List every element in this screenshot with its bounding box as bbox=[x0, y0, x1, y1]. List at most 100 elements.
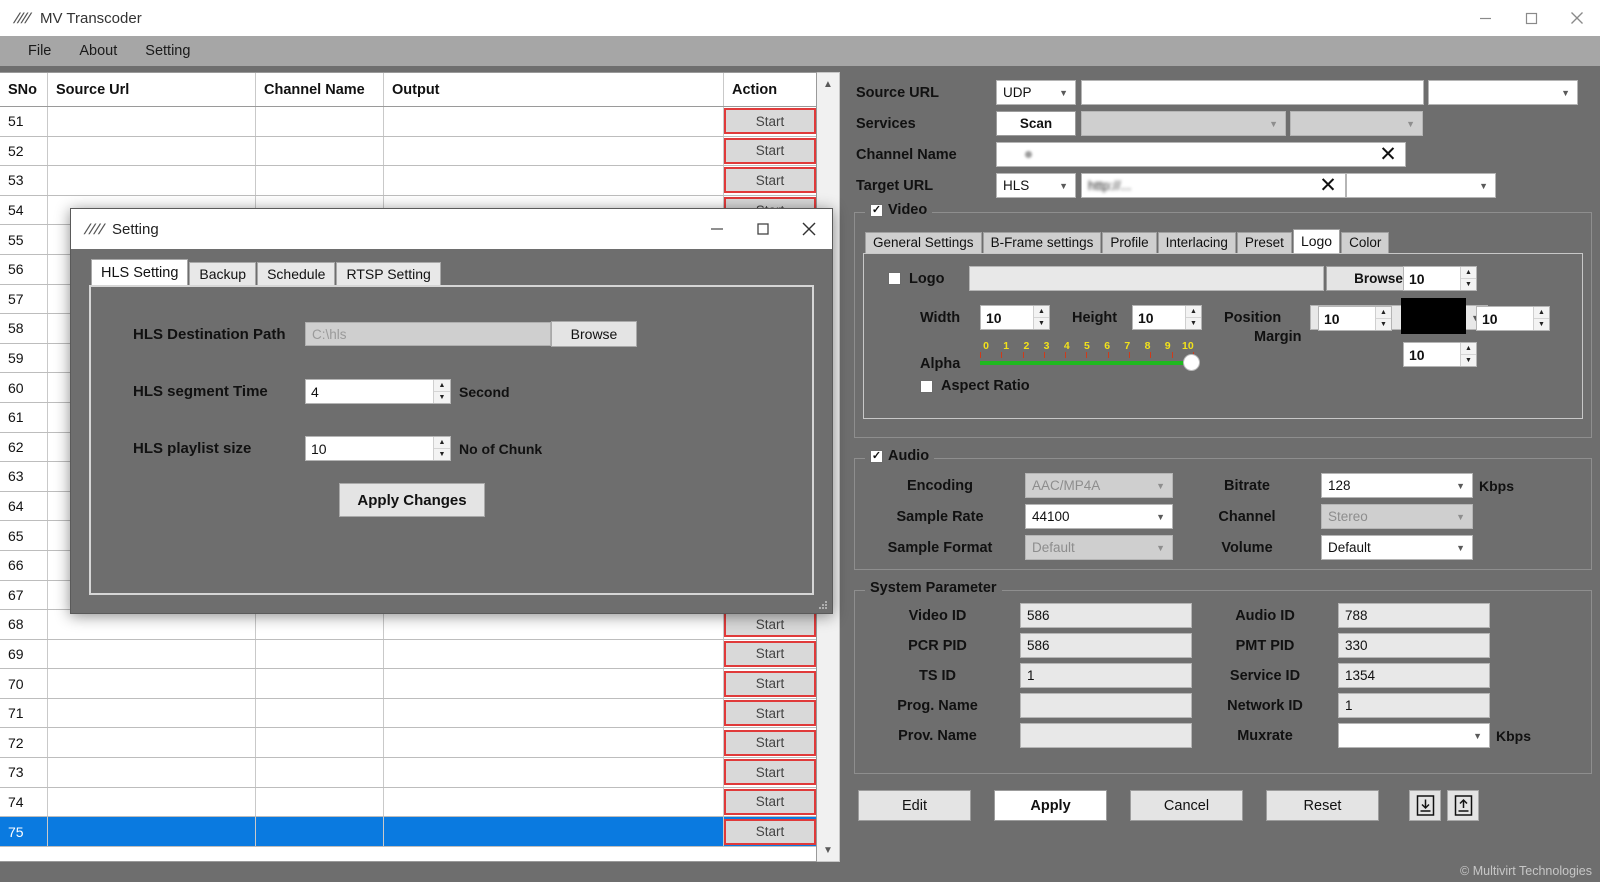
audio-encoding-select[interactable]: AAC/MP4A ▼ bbox=[1025, 473, 1173, 498]
spinner-up-icon[interactable]: ▲ bbox=[1461, 267, 1476, 279]
start-button[interactable]: Start bbox=[724, 818, 816, 845]
tab-interlacing[interactable]: Interlacing bbox=[1157, 232, 1236, 253]
target-url-protocol-select[interactable]: HLS ▼ bbox=[996, 173, 1076, 198]
source-url-extra-select[interactable]: ▼ bbox=[1428, 80, 1578, 105]
margin-left-spinner[interactable]: 10 ▲ ▼ bbox=[1318, 306, 1392, 331]
table-row[interactable]: 73 Start bbox=[0, 758, 816, 788]
service-id-input[interactable]: 1354 bbox=[1338, 663, 1490, 688]
setting-minimize-button[interactable] bbox=[694, 209, 740, 249]
spinner-down-icon[interactable]: ▼ bbox=[434, 449, 450, 460]
audio-channel-select[interactable]: Stereo ▼ bbox=[1321, 504, 1473, 529]
margin-right-spinner-arrows[interactable]: ▲ ▼ bbox=[1533, 307, 1549, 330]
spinner-down-icon[interactable]: ▼ bbox=[1186, 318, 1201, 329]
audio-sample-rate-select[interactable]: 44100 ▼ bbox=[1025, 504, 1173, 529]
import-icon[interactable] bbox=[1409, 790, 1441, 821]
hls-segment-time-spinner[interactable]: 4 ▲ ▼ bbox=[305, 379, 451, 404]
video-id-input[interactable]: 586 bbox=[1020, 603, 1192, 628]
menu-setting[interactable]: Setting bbox=[131, 41, 204, 61]
tab-b-frame-settings[interactable]: B-Frame settings bbox=[982, 232, 1102, 253]
start-button[interactable]: Start bbox=[724, 611, 816, 638]
logo-height-spinner[interactable]: 10 ▲ ▼ bbox=[1132, 305, 1202, 330]
spinner-up-icon[interactable]: ▲ bbox=[1034, 306, 1049, 318]
table-row[interactable]: 53 Start bbox=[0, 166, 816, 196]
setting-close-button[interactable] bbox=[786, 209, 832, 249]
menu-file[interactable]: File bbox=[14, 41, 65, 61]
margin-top-spinner-arrows[interactable]: ▲ ▼ bbox=[1460, 267, 1476, 290]
margin-bottom-spinner-arrows[interactable]: ▲ ▼ bbox=[1460, 343, 1476, 366]
start-button[interactable]: Start bbox=[724, 640, 816, 667]
hls-playlist-size-spinner[interactable]: 10 ▲ ▼ bbox=[305, 436, 451, 461]
services-sublist-select[interactable]: ▼ bbox=[1290, 111, 1423, 136]
margin-left-spinner-arrows[interactable]: ▲ ▼ bbox=[1375, 307, 1391, 330]
network-id-input[interactable]: 1 bbox=[1338, 693, 1490, 718]
edit-button[interactable]: Edit bbox=[858, 790, 971, 821]
alpha-slider-thumb[interactable] bbox=[1183, 354, 1200, 371]
table-row[interactable]: 51 Start bbox=[0, 107, 816, 137]
logo-width-spinner-arrows[interactable]: ▲ ▼ bbox=[1033, 306, 1049, 329]
pmt-pid-input[interactable]: 330 bbox=[1338, 633, 1490, 658]
muxrate-select[interactable]: ▼ bbox=[1338, 723, 1490, 748]
scan-button[interactable]: Scan bbox=[996, 111, 1076, 136]
start-button[interactable]: Start bbox=[724, 670, 816, 697]
source-url-input[interactable] bbox=[1081, 80, 1424, 105]
tab-general-settings[interactable]: General Settings bbox=[865, 232, 982, 253]
hls-segment-time-arrows[interactable]: ▲ ▼ bbox=[433, 380, 450, 403]
target-url-clear-icon[interactable]: ✕ bbox=[1314, 175, 1342, 196]
close-button[interactable] bbox=[1554, 0, 1600, 36]
table-row[interactable]: 70 Start bbox=[0, 669, 816, 699]
table-row[interactable]: 71 Start bbox=[0, 698, 816, 729]
start-button[interactable]: Start bbox=[724, 729, 816, 756]
alpha-slider[interactable]: 0 1 2 3 4 5 6 7 8 9 10 bbox=[980, 340, 1200, 371]
spinner-down-icon[interactable]: ▼ bbox=[1461, 355, 1476, 366]
start-button[interactable]: Start bbox=[724, 108, 816, 135]
target-url-input[interactable]: http://... bbox=[1081, 173, 1346, 198]
aspect-ratio-checkbox[interactable]: ✓ bbox=[920, 379, 933, 393]
channel-name-input[interactable] bbox=[996, 142, 1406, 167]
spinner-up-icon[interactable]: ▲ bbox=[434, 437, 450, 449]
start-button[interactable]: Start bbox=[724, 700, 816, 727]
prov-name-input[interactable] bbox=[1020, 723, 1192, 748]
spinner-up-icon[interactable]: ▲ bbox=[1534, 307, 1549, 319]
maximize-button[interactable] bbox=[1508, 0, 1554, 36]
hls-destination-path-input[interactable]: C:\hls bbox=[305, 322, 551, 346]
margin-bottom-spinner[interactable]: 10 ▲ ▼ bbox=[1403, 342, 1477, 367]
target-url-extra-select[interactable]: ▼ bbox=[1346, 173, 1496, 198]
start-button[interactable]: Start bbox=[724, 788, 816, 815]
table-row[interactable]: 68 Start bbox=[0, 610, 816, 640]
table-row[interactable]: 52 Start bbox=[0, 136, 816, 167]
setting-tab-rtsp[interactable]: RTSP Setting bbox=[336, 262, 441, 285]
setting-tab-hls[interactable]: HLS Setting bbox=[91, 259, 189, 285]
spinner-down-icon[interactable]: ▼ bbox=[1376, 319, 1391, 330]
channel-name-clear-icon[interactable]: ✕ bbox=[1374, 144, 1402, 165]
logo-height-spinner-arrows[interactable]: ▲ ▼ bbox=[1185, 306, 1201, 329]
margin-top-spinner[interactable]: 10 ▲ ▼ bbox=[1403, 266, 1477, 291]
ts-id-input[interactable]: 1 bbox=[1020, 663, 1192, 688]
logo-path-input[interactable] bbox=[969, 266, 1324, 291]
tab-preset[interactable]: Preset bbox=[1236, 232, 1292, 253]
video-enable-checkbox[interactable]: ✓ bbox=[870, 203, 883, 217]
minimize-button[interactable] bbox=[1462, 0, 1508, 36]
audio-bitrate-select[interactable]: 128 ▼ bbox=[1321, 473, 1473, 498]
audio-volume-select[interactable]: Default ▼ bbox=[1321, 535, 1473, 560]
setting-tab-schedule[interactable]: Schedule bbox=[257, 262, 336, 285]
apply-changes-button[interactable]: Apply Changes bbox=[339, 483, 485, 517]
table-row[interactable]: 75 Start bbox=[0, 817, 816, 847]
spinner-up-icon[interactable]: ▲ bbox=[1376, 307, 1391, 319]
hls-playlist-size-arrows[interactable]: ▲ ▼ bbox=[433, 437, 450, 460]
table-row[interactable]: 74 Start bbox=[0, 787, 816, 818]
prog-name-input[interactable] bbox=[1020, 693, 1192, 718]
start-button[interactable]: Start bbox=[724, 167, 816, 194]
setting-tab-backup[interactable]: Backup bbox=[189, 262, 257, 285]
export-icon[interactable] bbox=[1447, 790, 1479, 821]
services-list-select[interactable]: ▼ bbox=[1081, 111, 1286, 136]
scroll-down-icon[interactable]: ▼ bbox=[817, 839, 839, 861]
alpha-slider-track[interactable] bbox=[980, 354, 1200, 371]
cancel-button[interactable]: Cancel bbox=[1130, 790, 1243, 821]
menu-about[interactable]: About bbox=[65, 41, 131, 61]
audio-group-legend[interactable]: ✓ Audio bbox=[865, 448, 935, 464]
logo-color-preview[interactable] bbox=[1401, 298, 1466, 334]
start-button[interactable]: Start bbox=[724, 759, 816, 786]
source-url-protocol-select[interactable]: UDP ▼ bbox=[996, 80, 1076, 105]
resize-grip-icon[interactable] bbox=[817, 599, 829, 611]
audio-id-input[interactable]: 788 bbox=[1338, 603, 1490, 628]
